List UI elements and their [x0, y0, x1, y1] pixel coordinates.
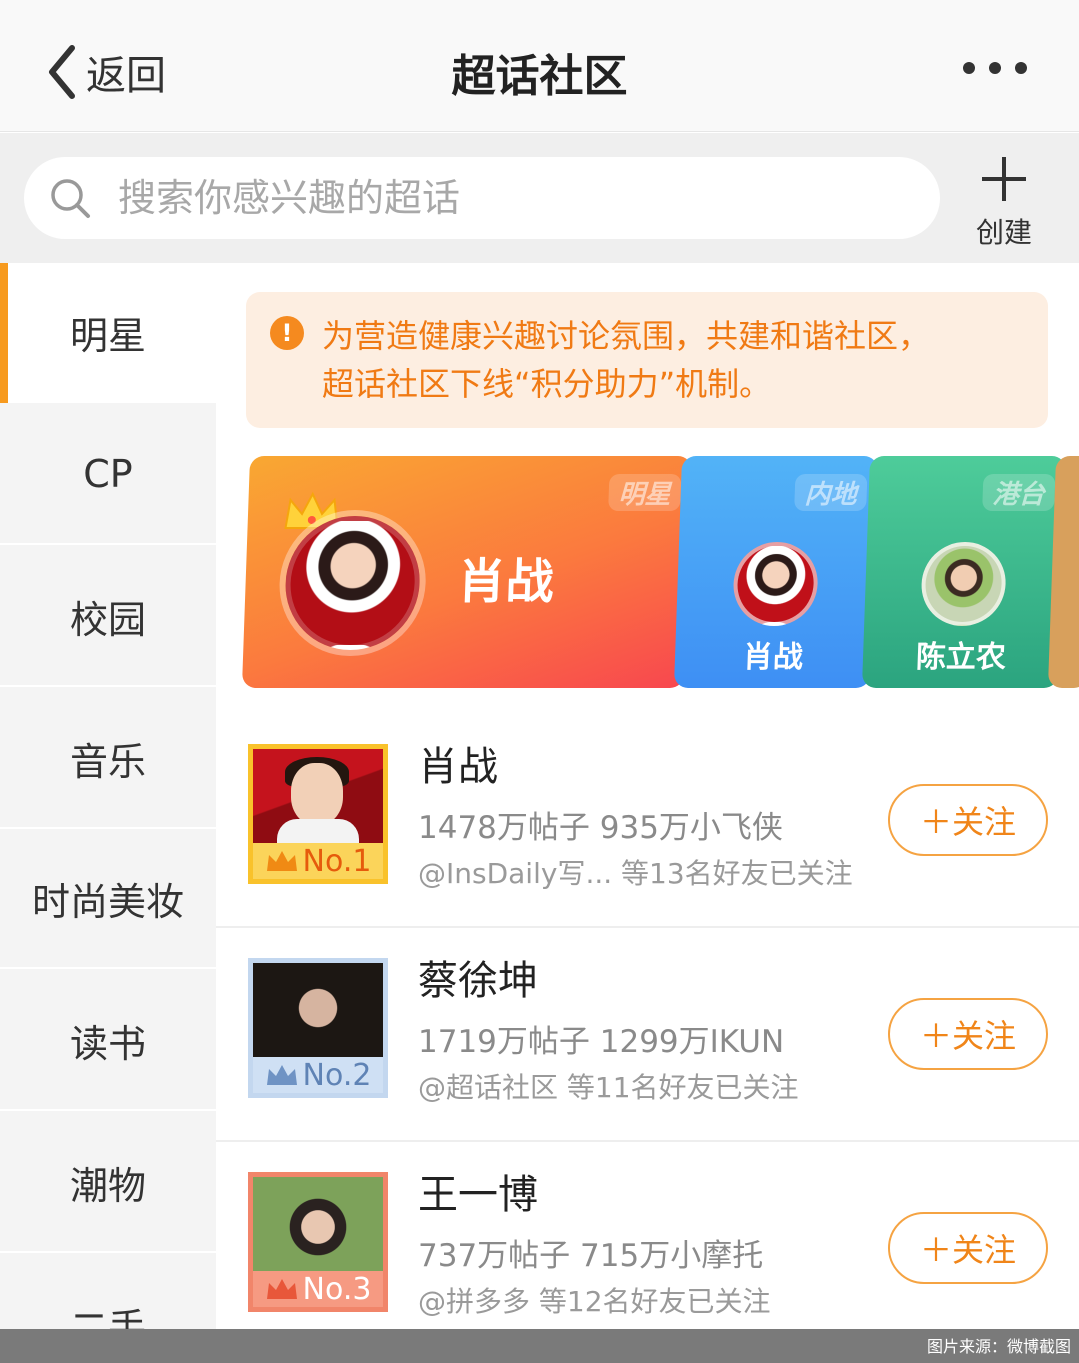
sidebar-item-reading[interactable]: 读书: [0, 971, 216, 1111]
crown-icon: [266, 851, 297, 871]
more-menu-button[interactable]: [963, 62, 1027, 74]
rank-badge: No.3: [253, 1271, 383, 1307]
more-dot-icon: [963, 62, 975, 74]
avatar: [253, 749, 383, 849]
friends-following: @InsDaily写... 等13名好友已关注: [418, 857, 853, 890]
featured-card-mainland[interactable]: 内地 肖战: [673, 456, 879, 688]
create-button[interactable]: 创建: [962, 153, 1046, 251]
search-input[interactable]: [118, 176, 898, 220]
sidebar-item-cp[interactable]: CP: [0, 405, 216, 545]
search-box[interactable]: [24, 157, 940, 239]
sidebar-item-campus[interactable]: 校园: [0, 547, 216, 687]
rank-label: No.1: [302, 843, 372, 879]
sidebar-item-trendy[interactable]: 潮物: [0, 1113, 216, 1253]
create-label: 创建: [975, 216, 1032, 249]
sidebar-item-label: 读书: [69, 1021, 146, 1066]
topic-stats: 1719万帖子 1299万IKUN: [418, 1024, 785, 1060]
topic-name: 蔡徐坤: [418, 958, 538, 1004]
friends-following: @拼多多 等12名好友已关注: [418, 1285, 771, 1318]
rank-label: No.2: [302, 1057, 372, 1093]
card-name: 肖战: [742, 640, 804, 675]
notice-banner: ! 为营造健康兴趣讨论氛围，共建和谐社区， 超话社区下线“积分助力”机制。: [246, 292, 1048, 428]
follow-button[interactable]: ＋关注: [888, 1212, 1048, 1284]
follow-button[interactable]: ＋关注: [888, 998, 1048, 1070]
page-title: 超话社区: [451, 51, 628, 102]
card-name: 陈立农: [915, 640, 1007, 675]
avatar: [920, 542, 1008, 626]
more-dot-icon: [989, 62, 1001, 74]
avatar-face: [291, 763, 343, 825]
sidebar-item-stars[interactable]: 明星: [0, 263, 216, 403]
rank-thumbnail: No.1: [248, 744, 388, 884]
featured-card-hk-tw[interactable]: 港台 陈立农: [861, 456, 1067, 688]
topic-stats: 737万帖子 715万小摩托: [418, 1238, 764, 1274]
more-dot-icon: [1015, 62, 1027, 74]
rank-label: No.3: [302, 1271, 372, 1307]
image-credit-strip: 图片来源：微博截图: [0, 1329, 1079, 1363]
featured-card-stars[interactable]: 明星 肖战: [241, 456, 693, 688]
warning-icon: !: [270, 316, 304, 350]
sidebar-item-label: CP: [83, 452, 133, 496]
topic-name: 王一博: [418, 1172, 538, 1218]
sidebar-item-label: 校园: [69, 597, 146, 642]
ranking-row[interactable]: No.3 王一博 737万帖子 715万小摩托 @拼多多 等12名好友已关注 ＋…: [216, 1142, 1079, 1356]
avatar: [253, 963, 383, 1063]
topic-name: 肖战: [418, 744, 498, 790]
avatar: [732, 542, 820, 626]
ranking-row[interactable]: No.2 蔡徐坤 1719万帖子 1299万IKUN @超话社区 等11名好友已…: [216, 928, 1079, 1142]
rank-thumbnail: No.3: [248, 1172, 388, 1312]
sidebar-item-label: 时尚美妆: [31, 879, 184, 924]
notice-line: 为营造健康兴趣讨论氛围，共建和谐社区，: [322, 317, 931, 355]
sidebar-item-music[interactable]: 音乐: [0, 689, 216, 829]
plus-icon: [982, 157, 1026, 201]
category-sidebar: 明星 CP 校园 音乐 时尚美妆 读书 潮物 二手: [0, 263, 216, 1363]
rank-badge: No.2: [253, 1057, 383, 1093]
follow-button[interactable]: ＋关注: [888, 784, 1048, 856]
search-bar-row: 创建: [0, 133, 1079, 263]
sidebar-item-label: 音乐: [69, 739, 146, 784]
search-icon: [51, 179, 90, 218]
nav-bar: 返回 超话社区: [0, 0, 1079, 132]
card-tag: 明星: [608, 474, 682, 511]
friends-following: @超话社区 等11名好友已关注: [418, 1071, 799, 1104]
card-tag: 内地: [794, 474, 868, 511]
crown-icon: [266, 1065, 297, 1085]
sidebar-item-fashion-beauty[interactable]: 时尚美妆: [0, 829, 216, 969]
avatar: [253, 1177, 383, 1277]
active-indicator: [0, 263, 8, 403]
sidebar-item-label: 潮物: [69, 1163, 146, 1208]
image-credit: 图片来源：微博截图: [926, 1337, 1071, 1356]
rank-badge: No.1: [253, 843, 383, 879]
topic-stats: 1478万帖子 935万小飞侠: [418, 810, 783, 846]
crown-icon: [266, 1279, 297, 1299]
card-name: 肖战: [456, 554, 555, 610]
ranking-row[interactable]: No.1 肖战 1478万帖子 935万小飞侠 @InsDaily写... 等1…: [216, 714, 1079, 928]
notice-text: 为营造健康兴趣讨论氛围，共建和谐社区， 超话社区下线“积分助力”机制。: [322, 312, 930, 408]
notice-line: 超话社区下线“积分助力”机制。: [322, 365, 772, 403]
card-tag: 港台: [982, 474, 1056, 511]
rank-thumbnail: No.2: [248, 958, 388, 1098]
avatar: [283, 516, 422, 650]
sidebar-item-label: 明星: [69, 313, 146, 358]
